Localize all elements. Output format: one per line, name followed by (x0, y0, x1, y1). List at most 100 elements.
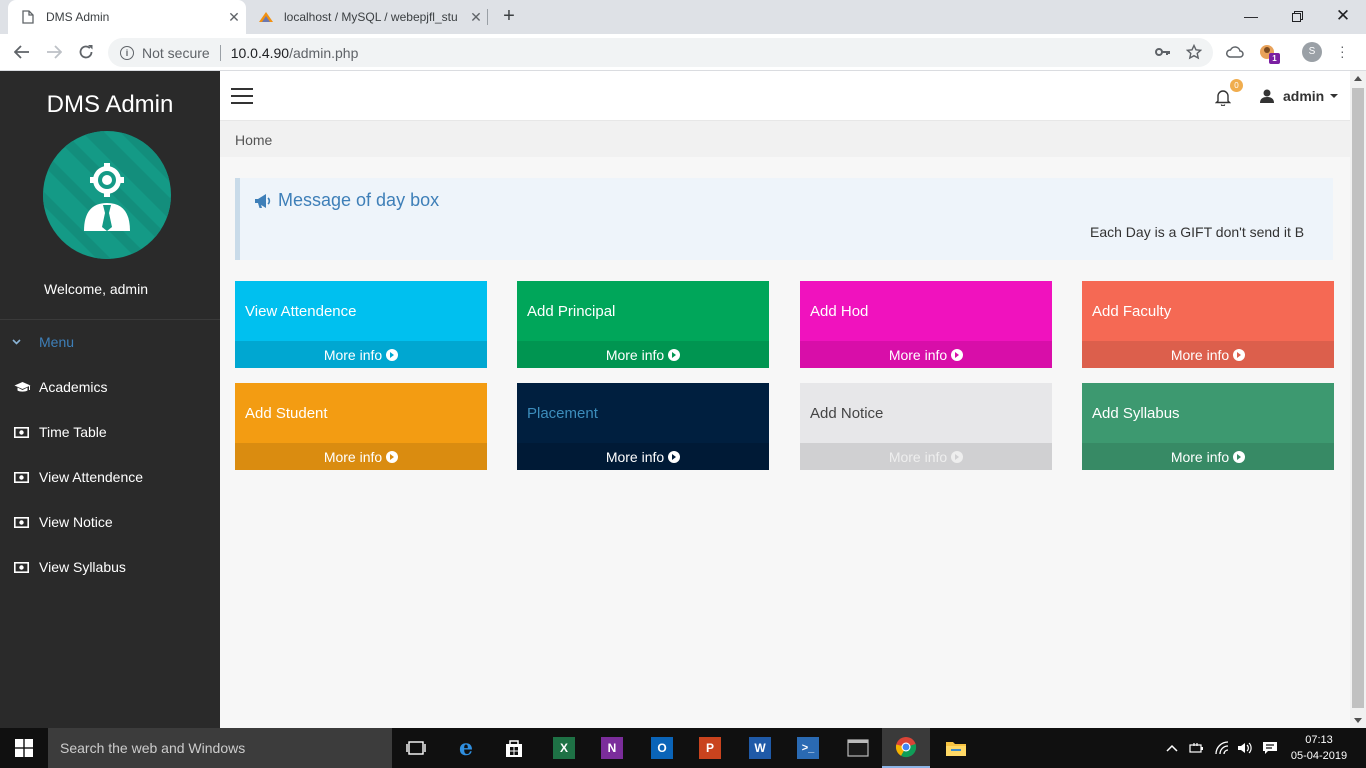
volume-icon[interactable] (1237, 728, 1253, 768)
restore-button[interactable] (1274, 0, 1320, 32)
user-menu[interactable]: admin (1260, 87, 1339, 105)
close-window-button[interactable]: ✕ (1320, 0, 1366, 32)
powerpoint-icon[interactable]: P (686, 728, 734, 768)
address-separator (219, 44, 221, 61)
windows-logo-icon (15, 739, 33, 757)
tile-title: Add Notice (810, 405, 884, 422)
show-hidden-icons-chevron-icon[interactable] (1166, 728, 1178, 768)
task-view-icon[interactable] (392, 728, 440, 768)
brand-title[interactable]: DMS Admin (0, 91, 220, 119)
tab-title: localhost / MySQL / webepjfl_stu (284, 10, 458, 24)
outlook-icon[interactable]: O (638, 728, 686, 768)
excel-icon[interactable]: X (540, 728, 588, 768)
profile-avatar[interactable]: S (1302, 42, 1322, 62)
more-info-label: More info (1170, 346, 1230, 363)
callout-title: Message of day box (278, 190, 440, 210)
user-name: admin (1283, 88, 1325, 104)
sidebar-item-view-syllabus[interactable]: View Syllabus (14, 557, 126, 577)
tile-add-principal[interactable]: Add Principal More info (517, 281, 769, 368)
browser-tab-dms-admin[interactable]: DMS Admin ✕ (8, 0, 246, 34)
reload-button[interactable] (74, 40, 98, 64)
onenote-icon[interactable]: N (588, 728, 636, 768)
more-info-label: More info (605, 448, 665, 465)
menu-toggle[interactable]: Menu (12, 334, 74, 350)
forward-button[interactable] (42, 40, 66, 64)
more-info-link[interactable]: More info (800, 443, 1052, 470)
tile-add-faculty[interactable]: Add Faculty More info (1082, 281, 1334, 368)
close-tab-icon[interactable]: ✕ (464, 9, 488, 26)
word-icon[interactable]: W (736, 728, 784, 768)
browser-toolbar: i Not secure 10.0.4.90 /admin.php (0, 34, 1366, 71)
bell-icon[interactable] (1214, 88, 1232, 107)
scrollbar-thumb[interactable] (1352, 88, 1364, 708)
tile-add-hod[interactable]: Add Hod More info (800, 281, 1052, 368)
money-icon (14, 426, 32, 438)
sidebar-item-view-notice[interactable]: View Notice (14, 512, 113, 532)
key-icon[interactable] (1155, 42, 1171, 62)
tile-view-attendence[interactable]: View Attendence More info (235, 281, 487, 368)
money-icon (14, 561, 32, 573)
minimize-button[interactable]: — (1228, 0, 1274, 32)
more-info-link[interactable]: More info (517, 341, 769, 368)
sidebar-toggle-icon[interactable] (231, 88, 253, 104)
action-center-icon[interactable] (1262, 728, 1278, 768)
powershell-icon[interactable]: >_ (784, 728, 832, 768)
tile-add-student[interactable]: Add Student More info (235, 383, 487, 470)
windows-taskbar: Search the web and Windows e X N O P W >… (0, 728, 1366, 768)
bookmark-star-icon[interactable] (1186, 42, 1202, 62)
browser-tab-phpmyadmin[interactable]: localhost / MySQL / webepjfl_stu ✕ (246, 0, 488, 34)
file-explorer-icon[interactable] (932, 728, 980, 768)
address-bar[interactable]: i Not secure 10.0.4.90 /admin.php (108, 38, 1213, 67)
arrow-circle-right-icon (1233, 348, 1246, 361)
caret-down-icon (1330, 94, 1339, 98)
tile-add-syllabus[interactable]: Add Syllabus More info (1082, 383, 1334, 470)
arrow-circle-right-icon (1233, 450, 1246, 463)
sidebar-item-view-attendence[interactable]: View Attendence (14, 467, 143, 487)
top-header: 0 admin (220, 71, 1350, 121)
page-scrollbar[interactable] (1350, 71, 1366, 728)
more-info-link[interactable]: More info (235, 341, 487, 368)
start-button[interactable] (0, 728, 48, 768)
sidebar-item-time-table[interactable]: Time Table (14, 422, 107, 442)
new-tab-button[interactable]: + (498, 5, 520, 27)
more-info-link[interactable]: More info (1082, 443, 1334, 470)
user-icon (1260, 89, 1274, 103)
more-info-label: More info (605, 346, 665, 363)
arrow-circle-right-icon (386, 348, 399, 361)
scroll-up-arrow-icon[interactable] (1354, 76, 1362, 81)
back-button[interactable] (10, 40, 34, 64)
chrome-icon[interactable] (882, 728, 930, 768)
edge-icon[interactable]: e (442, 728, 490, 768)
more-info-label: More info (323, 448, 383, 465)
scroll-down-arrow-icon[interactable] (1354, 718, 1362, 723)
more-info-label: More info (1170, 448, 1230, 465)
store-icon[interactable] (490, 728, 538, 768)
command-prompt-icon[interactable] (834, 728, 882, 768)
info-icon[interactable]: i (120, 45, 134, 60)
power-icon[interactable] (1189, 728, 1205, 768)
more-info-link[interactable]: More info (1082, 341, 1334, 368)
more-info-link[interactable]: More info (235, 443, 487, 470)
arrow-circle-right-icon (386, 450, 399, 463)
phpmyadmin-icon (258, 9, 274, 25)
money-icon (14, 516, 32, 528)
taskbar-search-box[interactable]: Search the web and Windows (48, 728, 392, 768)
page-viewport: DMS Admin Welcome, admin Menu Academics … (0, 71, 1350, 728)
tile-placement[interactable]: Placement More info (517, 383, 769, 470)
wifi-icon[interactable] (1214, 728, 1230, 768)
more-info-link[interactable]: More info (800, 341, 1052, 368)
browser-tab-strip: DMS Admin ✕ localhost / MySQL / webepjfl… (0, 0, 1366, 34)
admin-avatar (43, 131, 171, 259)
breadcrumb-home[interactable]: Home (235, 132, 272, 148)
extension-badge: 1 (1269, 53, 1280, 64)
callout-title-row: Message of day box (254, 190, 439, 211)
system-clock[interactable]: 07:13 05-04-2019 (1284, 732, 1354, 764)
close-tab-icon[interactable]: ✕ (222, 9, 246, 26)
extension-cloud-icon[interactable] (1226, 42, 1244, 62)
tile-add-notice[interactable]: Add Notice More info (800, 383, 1052, 470)
message-of-day-callout: Message of day box Each Day is a GIFT do… (235, 178, 1333, 260)
more-info-link[interactable]: More info (517, 443, 769, 470)
browser-menu-icon[interactable]: · · · (1340, 39, 1345, 63)
sidebar-item-academics[interactable]: Academics (14, 377, 107, 397)
more-info-label: More info (888, 346, 948, 363)
